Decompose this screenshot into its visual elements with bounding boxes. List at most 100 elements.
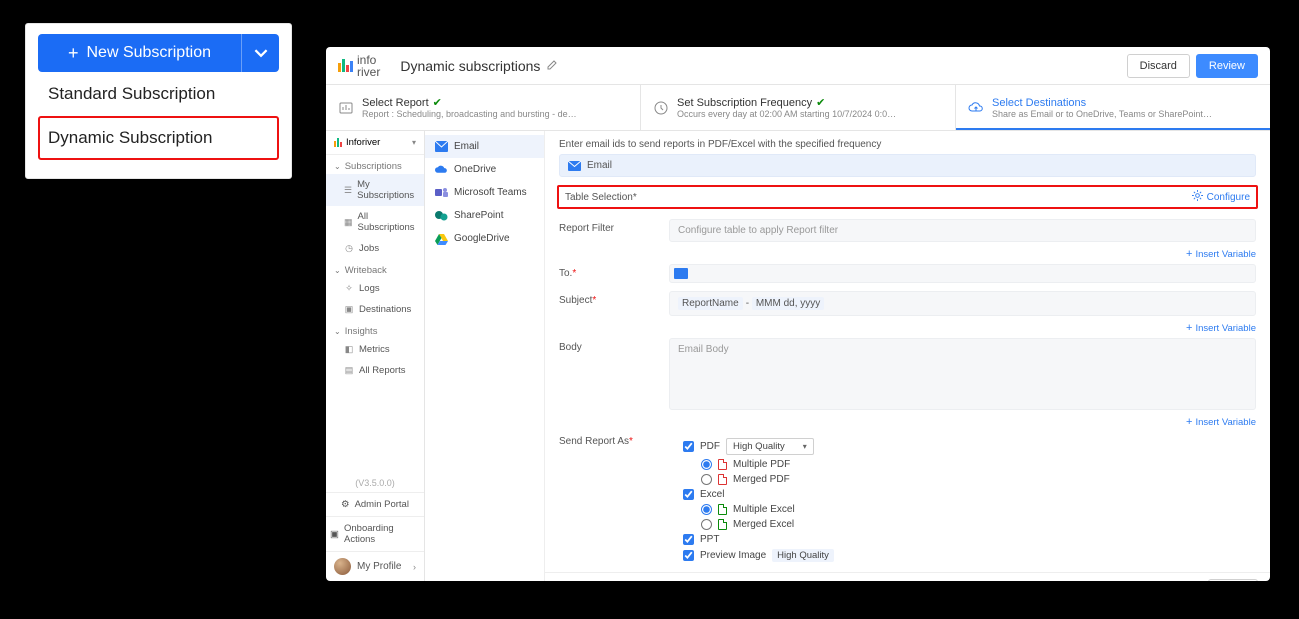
chevron-down-icon[interactable] [241, 34, 279, 72]
excel-doc-icon [718, 519, 727, 530]
dropdown-item-dynamic[interactable]: Dynamic Subscription [38, 116, 279, 160]
destination-email[interactable]: Email [425, 135, 544, 158]
user-gear-icon: ⚙ [341, 499, 350, 510]
step-title: Select Destinations [992, 97, 1086, 109]
sidebar-item-jobs[interactable]: ◷Jobs [326, 238, 424, 259]
my-profile-button[interactable]: My Profile › [326, 551, 424, 581]
email-destination-bar[interactable]: Email [559, 154, 1256, 177]
brand-logo: inforiver [338, 54, 380, 78]
preview-image-checkbox[interactable] [683, 550, 694, 561]
multiple-pdf-label: Multiple PDF [733, 459, 790, 470]
sidebar-item-logs[interactable]: ✧Logs [326, 278, 424, 299]
pdf-label: PDF [700, 441, 720, 452]
sidebar-item-my-subscriptions[interactable]: ☰My Subscriptions [326, 174, 424, 206]
destination-sharepoint[interactable]: SharePoint [425, 204, 544, 227]
report-icon [338, 100, 354, 116]
cloud-upload-icon [968, 100, 984, 116]
onboarding-actions-button[interactable]: ▣Onboarding Actions [326, 516, 424, 551]
new-subscription-main[interactable]: + New Subscription [38, 34, 241, 72]
clock-icon: ◷ [344, 243, 354, 254]
check-icon: ✔ [816, 96, 825, 109]
subject-row: Subject* ReportName- MMM dd, yyyy [545, 287, 1270, 320]
sidebar: Inforiver ▾ ⌄Subscriptions ☰My Subscript… [326, 131, 425, 581]
googledrive-icon [435, 233, 448, 244]
clock-icon [653, 100, 669, 116]
subject-label: Subject [559, 295, 592, 306]
report-filter-row: Report Filter Configure table to apply R… [545, 215, 1270, 246]
body-input[interactable]: Email Body [669, 338, 1256, 410]
subject-token-reportname[interactable]: ReportName [678, 297, 743, 310]
chevron-down-icon: ⌄ [334, 266, 341, 275]
step-title: Select Report [362, 97, 429, 109]
multiple-excel-label: Multiple Excel [733, 504, 795, 515]
preview-quality-badge[interactable]: High Quality [772, 549, 834, 562]
destination-teams[interactable]: Microsoft Teams [425, 181, 544, 204]
sidebar-item-all-reports[interactable]: ▤All Reports [326, 360, 424, 381]
merged-pdf-label: Merged PDF [733, 474, 790, 485]
merged-excel-label: Merged Excel [733, 519, 794, 530]
preview-image-label: Preview Image [700, 550, 766, 561]
form-hint: Enter email ids to send reports in PDF/E… [545, 131, 1270, 154]
sidebar-item-all-subscriptions[interactable]: ▦All Subscriptions [326, 206, 424, 238]
dropdown-item-standard[interactable]: Standard Subscription [38, 72, 279, 116]
excel-doc-icon [718, 504, 727, 515]
to-input[interactable] [669, 264, 1256, 283]
metrics-icon: ◧ [344, 344, 354, 355]
step-select-report[interactable]: Select Report ✔ Report : Scheduling, bro… [326, 85, 641, 130]
step-destinations[interactable]: Select Destinations Share as Email or to… [956, 85, 1270, 130]
new-subscription-button[interactable]: + New Subscription [38, 34, 279, 72]
app-window: inforiver Dynamic subscriptions Discard … [326, 47, 1270, 581]
report-filter-label: Report Filter [559, 219, 659, 234]
list-icon: ☰ [344, 185, 352, 196]
chevron-down-icon: ▾ [412, 138, 416, 147]
review-button[interactable]: Review [1196, 54, 1258, 78]
insert-variable-link[interactable]: + Insert Variable [545, 248, 1270, 260]
step-frequency[interactable]: Set Subscription Frequency ✔ Occurs ever… [641, 85, 956, 130]
admin-portal-button[interactable]: ⚙Admin Portal [326, 492, 424, 516]
sidebar-section-writeback[interactable]: ⌄Writeback [326, 259, 424, 278]
multiple-pdf-radio[interactable] [701, 459, 712, 470]
sidebar-item-metrics[interactable]: ◧Metrics [326, 339, 424, 360]
sidebar-section-insights[interactable]: ⌄Insights [326, 320, 424, 339]
mail-icon [568, 161, 581, 171]
merged-pdf-radio[interactable] [701, 474, 712, 485]
onedrive-icon [435, 164, 448, 175]
chevron-down-icon: ⌄ [334, 327, 341, 336]
workspace-selector[interactable]: Inforiver ▾ [326, 131, 424, 155]
insert-variable-link[interactable]: + Insert Variable [545, 322, 1270, 334]
destination-onedrive[interactable]: OneDrive [425, 158, 544, 181]
send-report-as-row: Send Report As* PDF High Quality▾ Multip… [545, 428, 1270, 572]
step-sub: Report : Scheduling, broadcasting and bu… [362, 109, 582, 119]
body-label: Body [559, 338, 659, 353]
reports-icon: ▤ [344, 365, 354, 376]
mail-icon [674, 268, 688, 279]
pdf-doc-icon [718, 459, 727, 470]
excel-checkbox[interactable] [683, 489, 694, 500]
subject-token-date[interactable]: MMM dd, yyyy [752, 297, 824, 310]
report-filter-input[interactable]: Configure table to apply Report filter [669, 219, 1256, 242]
configure-button[interactable]: Configure [1192, 190, 1250, 204]
back-button[interactable]: Back [1208, 579, 1258, 581]
list-icon: ▦ [344, 217, 353, 228]
ppt-checkbox[interactable] [683, 534, 694, 545]
sharepoint-icon [435, 210, 448, 221]
insert-variable-link[interactable]: + Insert Variable [545, 416, 1270, 428]
step-title: Set Subscription Frequency [677, 97, 812, 109]
merged-excel-radio[interactable] [701, 519, 712, 530]
log-icon: ✧ [344, 283, 354, 294]
sidebar-item-destinations[interactable]: ▣Destinations [326, 299, 424, 320]
teams-icon [435, 187, 448, 198]
subject-input[interactable]: ReportName- MMM dd, yyyy [669, 291, 1256, 316]
pdf-quality-select[interactable]: High Quality▾ [726, 438, 814, 455]
workspace-icon [334, 138, 342, 147]
destination-googledrive[interactable]: GoogleDrive [425, 227, 544, 250]
excel-label: Excel [700, 489, 724, 500]
form-footer: Back [545, 572, 1270, 581]
to-row: To.* [545, 260, 1270, 287]
edit-icon[interactable] [546, 58, 558, 74]
form-area: Enter email ids to send reports in PDF/E… [545, 131, 1270, 581]
discard-button[interactable]: Discard [1127, 54, 1190, 78]
pdf-checkbox[interactable] [683, 441, 694, 452]
multiple-excel-radio[interactable] [701, 504, 712, 515]
sidebar-section-subscriptions[interactable]: ⌄Subscriptions [326, 155, 424, 174]
